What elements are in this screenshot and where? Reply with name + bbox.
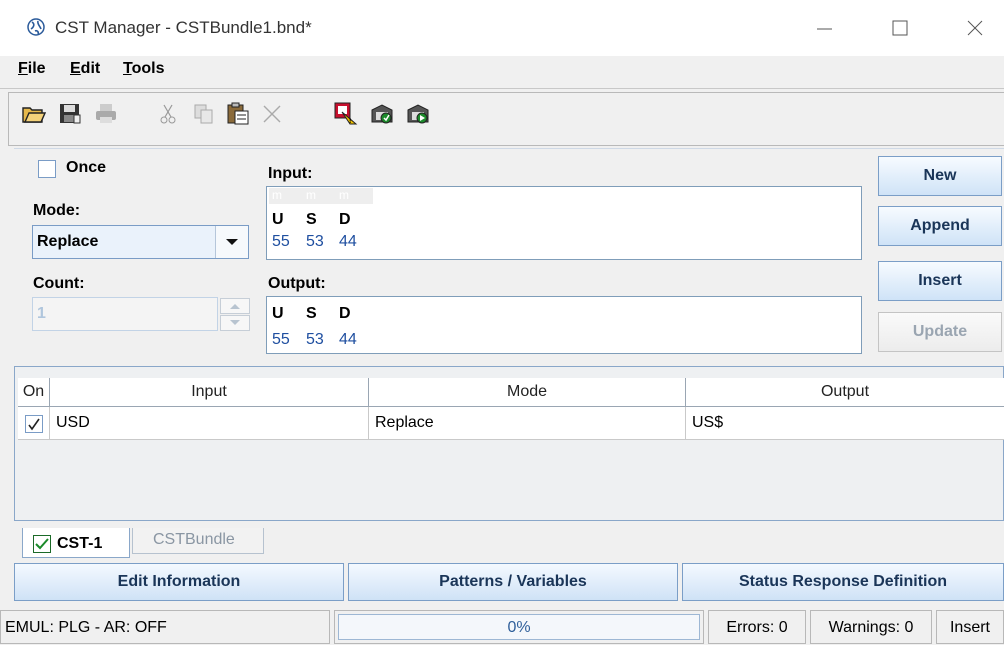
green-check-icon: [35, 538, 49, 550]
cut-icon: [160, 104, 176, 124]
mode-label: Mode:: [33, 202, 81, 219]
warnings-count: Warnings: 0: [810, 610, 932, 644]
print-icon: [96, 104, 116, 123]
globe-app-icon: [26, 17, 46, 37]
mode-select[interactable]: Replace: [32, 225, 249, 259]
edit-mode-indicator: Insert: [936, 610, 1004, 644]
minimize-icon: [817, 28, 832, 30]
once-label: Once: [66, 159, 107, 176]
close-button[interactable]: [945, 8, 1004, 48]
output-hex: 55: [272, 331, 290, 348]
new-button[interactable]: New: [878, 156, 1002, 196]
tab-cstbundle-label: CSTBundle: [153, 531, 235, 548]
input-cursor-mark: m: [306, 188, 316, 202]
row-enabled-checkbox[interactable]: [25, 415, 43, 433]
count-value: 1: [37, 305, 46, 322]
progress-text: 0%: [507, 619, 531, 636]
save-icon: [60, 104, 81, 124]
open-button[interactable]: [18, 97, 50, 131]
menu-tools[interactable]: Tools: [123, 60, 164, 78]
output-hex-editor[interactable]: U S D 55 53 44: [266, 296, 862, 354]
status-response-definition-button[interactable]: Status Response Definition: [682, 563, 1004, 601]
tab-check-box[interactable]: [33, 535, 51, 553]
progress-bar: 0%: [334, 610, 704, 644]
input-label: Input:: [268, 165, 313, 182]
print-button[interactable]: [90, 97, 122, 131]
menu-divider: [0, 88, 1004, 89]
count-label: Count:: [33, 275, 85, 292]
mode-dropdown-arrow[interactable]: [215, 226, 248, 258]
copy-button[interactable]: [188, 97, 220, 131]
append-button[interactable]: Append: [878, 206, 1002, 246]
input-hex-editor[interactable]: m m m U S D 55 53 44: [266, 186, 862, 260]
export-icon: [371, 104, 393, 124]
convert-button[interactable]: !: [330, 97, 362, 131]
maximize-button[interactable]: [870, 8, 930, 48]
input-char: U: [272, 211, 284, 228]
column-header-output[interactable]: Output: [686, 378, 1004, 406]
open-icon: [22, 107, 46, 123]
insert-button[interactable]: Insert: [878, 261, 1002, 301]
tab-cstbundle[interactable]: CSTBundle: [132, 528, 264, 554]
output-char: S: [306, 305, 317, 322]
paste-icon: [227, 102, 249, 125]
input-hex: 44: [339, 233, 357, 250]
table-row[interactable]: USD Replace US$: [18, 407, 1004, 440]
close-icon: [967, 20, 983, 36]
window-title: CST Manager - CSTBundle1.bnd*: [55, 18, 312, 37]
patterns-variables-button[interactable]: Patterns / Variables: [348, 563, 678, 601]
tab-cst-1[interactable]: CST-1: [22, 528, 130, 558]
count-spin-down[interactable]: [220, 315, 250, 331]
input-hex: 53: [306, 233, 324, 250]
input-cursor-mark: m: [272, 188, 282, 202]
paste-button[interactable]: [222, 97, 254, 131]
row-output-cell: US$: [692, 414, 724, 431]
row-mode-cell: Replace: [369, 407, 686, 439]
output-char: D: [339, 305, 351, 322]
cut-button[interactable]: [152, 97, 184, 131]
import-button[interactable]: [402, 97, 434, 131]
row-input-cell: USD: [50, 407, 369, 439]
convert-icon: !: [334, 102, 358, 125]
input-cursor-mark: m: [339, 188, 349, 202]
svg-text:!: !: [349, 118, 351, 125]
column-header-input[interactable]: Input: [50, 378, 369, 406]
column-header-on[interactable]: On: [18, 378, 50, 406]
errors-count: Errors: 0: [708, 610, 806, 644]
output-char: U: [272, 305, 284, 322]
mode-select-value: Replace: [37, 233, 99, 250]
tab-cst-1-label: CST-1: [57, 535, 103, 552]
chevron-down-icon: [226, 239, 238, 245]
column-header-mode[interactable]: Mode: [369, 378, 686, 406]
spin-down-icon: [230, 320, 240, 325]
output-label: Output:: [268, 275, 326, 292]
minimize-button[interactable]: [795, 8, 855, 48]
input-hex: 55: [272, 233, 290, 250]
checkmark-icon: [28, 418, 40, 431]
delete-icon: [263, 105, 281, 123]
menu-edit[interactable]: Edit: [70, 60, 100, 78]
output-hex: 53: [306, 331, 324, 348]
once-checkbox[interactable]: [38, 160, 56, 178]
count-spin-up[interactable]: [220, 298, 250, 314]
import-icon: [407, 104, 429, 124]
edit-information-button[interactable]: Edit Information: [14, 563, 344, 601]
copy-icon: [194, 104, 213, 124]
delete-button[interactable]: [256, 97, 288, 131]
input-char: S: [306, 211, 317, 228]
emulation-status: EMUL: PLG - AR: OFF: [0, 610, 330, 644]
menu-file[interactable]: File: [18, 60, 46, 78]
maximize-icon: [892, 20, 908, 36]
save-button[interactable]: [54, 97, 86, 131]
update-button[interactable]: Update: [878, 312, 1002, 352]
export-button[interactable]: [366, 97, 398, 131]
input-char: D: [339, 211, 351, 228]
spin-up-icon: [230, 304, 240, 309]
output-hex: 44: [339, 331, 357, 348]
count-input[interactable]: 1: [32, 297, 218, 331]
table-header: On Input Mode Output: [18, 378, 1004, 407]
